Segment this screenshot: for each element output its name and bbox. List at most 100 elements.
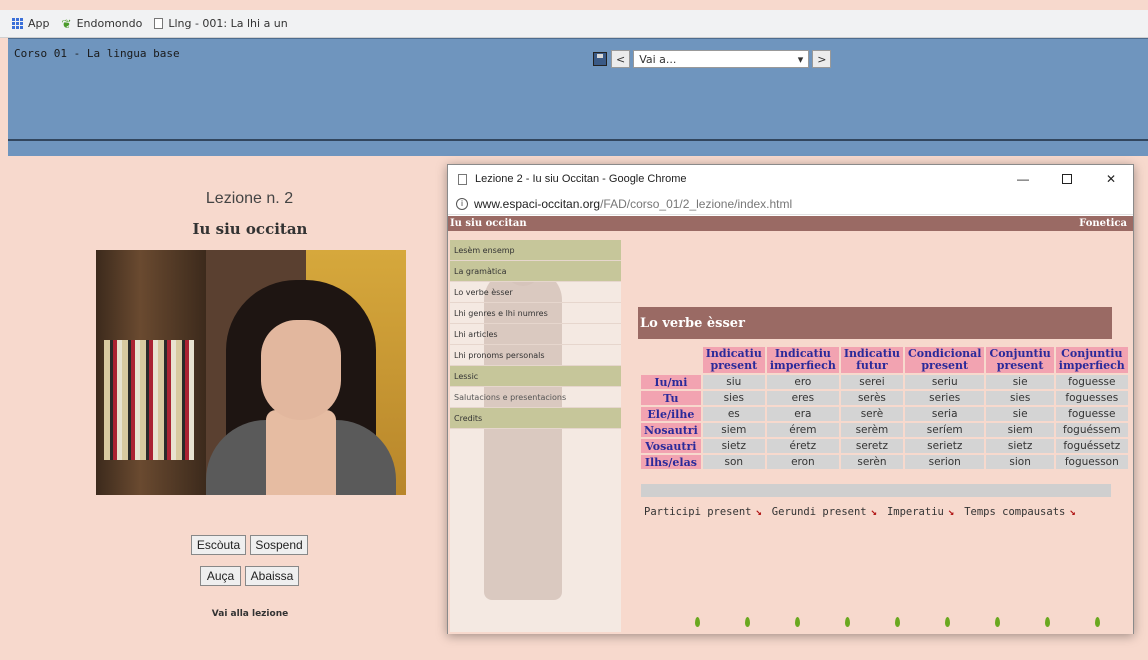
table-cell: éretz <box>766 439 839 453</box>
suspend-button[interactable]: Sospend <box>250 535 308 555</box>
table-cell: foguesses <box>1055 391 1128 405</box>
menu-item-lessic[interactable]: Lessic <box>450 366 621 387</box>
pronoun-cell: Ele/ilhe <box>641 407 701 421</box>
table-corner <box>641 347 701 373</box>
drop-icon <box>695 617 700 627</box>
popup-window: Lezione 2 - Iu siu Occitan - Google Chro… <box>447 164 1134 634</box>
bookmark-label: Llng - 001: La lhi a un <box>168 17 288 30</box>
table-cell: serei <box>840 375 903 389</box>
verb-form-link[interactable]: Temps compausats ↘ <box>964 506 1075 518</box>
table-cell: siem <box>702 423 765 437</box>
address-bar[interactable]: i www.espaci-occitan.org/FAD/corso_01/2_… <box>448 193 1133 215</box>
decoration-drops <box>695 617 1133 627</box>
prev-button[interactable]: < <box>611 50 631 68</box>
bookmark-apps[interactable]: App <box>12 17 50 30</box>
window-title: Lezione 2 - Iu siu Occitan - Google Chro… <box>475 173 687 185</box>
lesson-navigation: < Vai a... ▾ > <box>593 50 834 68</box>
table-row: Ele/ilhe es era serè seria sie foguesse <box>641 407 1128 421</box>
table-cell: foguesson <box>1055 455 1128 469</box>
table-cell: seretz <box>840 439 903 453</box>
verb-form-link-label: Temps compausats <box>964 506 1066 518</box>
course-header-frame: Corso 01 - La lingua base < Vai a... ▾ > <box>8 38 1148 156</box>
verb-form-link[interactable]: Gerundi present ↘ <box>772 506 877 518</box>
verb-form-link[interactable]: Imperatiu ↘ <box>887 506 954 518</box>
verb-form-link[interactable]: Participi present ↘ <box>644 506 762 518</box>
menu-item-la-gramàtica[interactable]: La gramàtica <box>450 261 621 282</box>
lower-button[interactable]: Abaissa <box>245 566 299 586</box>
column-header-line2: present <box>921 359 969 372</box>
menu-item-lesèm-ensemp[interactable]: Lesèm ensemp <box>450 240 621 261</box>
table-cell: foguesse <box>1055 375 1128 389</box>
menu-item-lhi-genres-e-lhi-numres[interactable]: Lhi genres e lhi numres <box>450 303 621 324</box>
table-cell: érem <box>766 423 839 437</box>
minimize-icon[interactable]: — <box>1001 165 1045 193</box>
table-cell: sion <box>986 455 1054 469</box>
table-cell: sietz <box>986 439 1054 453</box>
table-row: Ilhs/elas son eron serèn serion sion foguesson <box>641 455 1128 469</box>
menu-item-lhi-pronoms-personals[interactable]: Lhi pronoms personals <box>450 345 621 366</box>
table-cell: ero <box>766 375 839 389</box>
table-cell: siem <box>986 423 1054 437</box>
drop-icon <box>1045 617 1050 627</box>
apps-grid-icon <box>12 18 23 29</box>
pronoun-cell: Iu/mi <box>641 375 701 389</box>
bookmark-label: App <box>28 17 50 30</box>
page-icon <box>154 18 164 29</box>
phonetics-link[interactable]: Fonetica <box>1079 218 1127 229</box>
next-button[interactable]: > <box>812 50 832 68</box>
table-cell: sies <box>986 391 1054 405</box>
table-cell: son <box>702 455 765 469</box>
menu-list: Lesèm ensemp La gramàtica Lo verbe èsser Lh… <box>450 240 621 429</box>
neckline <box>266 410 336 495</box>
table-cell: seriu <box>904 375 985 389</box>
table-cell: serè <box>840 407 903 421</box>
pronoun-cell: Nosautri <box>641 423 701 437</box>
table-footer-bar <box>641 484 1111 497</box>
drop-icon <box>895 617 900 627</box>
pronoun-cell: Tu <box>641 391 701 405</box>
page-header-title: Iu siu occitan <box>450 218 527 229</box>
table-row: Vosautri sietz éretz seretz serietz sietz fogu… <box>641 439 1128 453</box>
window-titlebar: Lezione 2 - Iu siu Occitan - Google Chro… <box>448 165 1133 193</box>
save-icon[interactable] <box>593 52 607 66</box>
drop-icon <box>795 617 800 627</box>
url-path: /FAD/corso_01/2_lezione/index.html <box>600 196 793 211</box>
drop-icon <box>745 617 750 627</box>
table-cell: seríem <box>904 423 985 437</box>
table-row: Nosautri siem érem serèm seríem siem foguéssem <box>641 423 1128 437</box>
table-cell: series <box>904 391 985 405</box>
table-cell: sies <box>702 391 765 405</box>
listen-button[interactable]: Escòuta <box>191 535 246 555</box>
table-cell: serès <box>840 391 903 405</box>
table-cell: serion <box>904 455 985 469</box>
teacher-photo <box>96 250 406 495</box>
bookmark-label: Endomondo <box>76 17 143 30</box>
table-cell: es <box>702 407 765 421</box>
chevron-down-icon: ▾ <box>797 52 804 66</box>
table-cell: serèn <box>840 455 903 469</box>
verb-form-link-label: Gerundi present <box>771 506 867 518</box>
go-to-lesson-link[interactable]: Vai alla lezione <box>195 609 305 619</box>
column-header-line2: imperfiech <box>1058 359 1125 372</box>
menu-item-salutacions-e-presentacions[interactable]: Salutacions e presentacions <box>450 387 621 408</box>
info-icon[interactable]: i <box>456 197 468 210</box>
drop-icon <box>995 617 1000 627</box>
maximize-icon[interactable] <box>1045 165 1089 193</box>
bookmark-llng[interactable]: Llng - 001: La lhi a un <box>154 17 288 30</box>
menu-item-lhi-articles[interactable]: Lhi articles <box>450 324 621 345</box>
table-cell: seria <box>904 407 985 421</box>
section-title: Lo verbe èsser <box>638 307 1112 339</box>
goto-select[interactable]: Vai a... ▾ <box>633 50 810 68</box>
table-cell: era <box>766 407 839 421</box>
close-icon[interactable]: ✕ <box>1089 165 1133 193</box>
raise-button[interactable]: Auça <box>200 566 241 586</box>
bookmark-endomondo[interactable]: ❦ Endomondo <box>62 17 143 31</box>
conjugation-table: Indicatiu present Indicatiu imperfiech Indic… <box>639 345 1130 471</box>
arrow-down-right-icon: ↘ <box>755 506 762 518</box>
menu-item-credits[interactable]: Credits <box>450 408 621 429</box>
table-cell: serietz <box>904 439 985 453</box>
arrow-down-right-icon: ↘ <box>870 506 877 518</box>
menu-item-lo-verbe-èsser[interactable]: Lo verbe èsser <box>450 282 621 303</box>
drop-icon <box>845 617 850 627</box>
frame-divider <box>8 139 1148 141</box>
